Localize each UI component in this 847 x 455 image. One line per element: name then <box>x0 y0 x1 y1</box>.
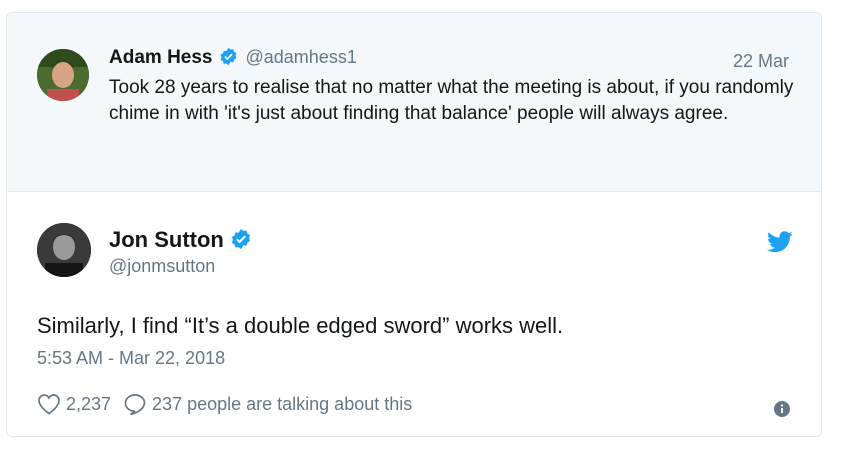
reply-action[interactable]: 237 people are talking about this <box>123 393 412 415</box>
quoted-author-line: Adam Hess @adamhess1 <box>109 47 357 72</box>
avatar-adam-hess[interactable] <box>37 49 89 101</box>
info-icon[interactable] <box>773 400 791 423</box>
verified-badge-icon <box>219 47 238 72</box>
author-handle[interactable]: @jonmsutton <box>109 256 215 277</box>
talking-about-text: 237 people are talking about this <box>152 393 413 414</box>
like-count: 2,237 <box>66 393 112 414</box>
quoted-author-name[interactable]: Adam Hess <box>109 47 213 68</box>
tweet-text: Similarly, I find “It’s a double edged s… <box>37 313 564 338</box>
author-line: Jon Sutton <box>109 227 252 256</box>
embedded-tweet-card: Adam Hess @adamhess1 22 Mar Took 28 years… <box>6 12 822 437</box>
reply-bubble-icon <box>124 394 146 415</box>
heart-icon <box>38 394 60 415</box>
quoted-tweet-text: Took 28 years to realise that no matter … <box>109 77 794 124</box>
like-action[interactable]: 2,237 <box>37 393 111 415</box>
twitter-bird-icon[interactable] <box>767 231 793 258</box>
quoted-tweet-date[interactable]: 22 Mar <box>733 51 789 72</box>
quoted-author-handle[interactable]: @adamhess1 <box>246 47 357 67</box>
tweet-timestamp[interactable]: 5:53 AM - Mar 22, 2018 <box>37 348 225 369</box>
verified-badge-icon <box>230 228 252 256</box>
quoted-tweet[interactable]: Adam Hess @adamhess1 22 Mar Took 28 years… <box>7 13 821 192</box>
author-name[interactable]: Jon Sutton <box>109 227 224 252</box>
tweet-actions: 2,237 237 people are talking about this <box>37 393 424 415</box>
avatar-jon-sutton[interactable] <box>37 223 91 277</box>
